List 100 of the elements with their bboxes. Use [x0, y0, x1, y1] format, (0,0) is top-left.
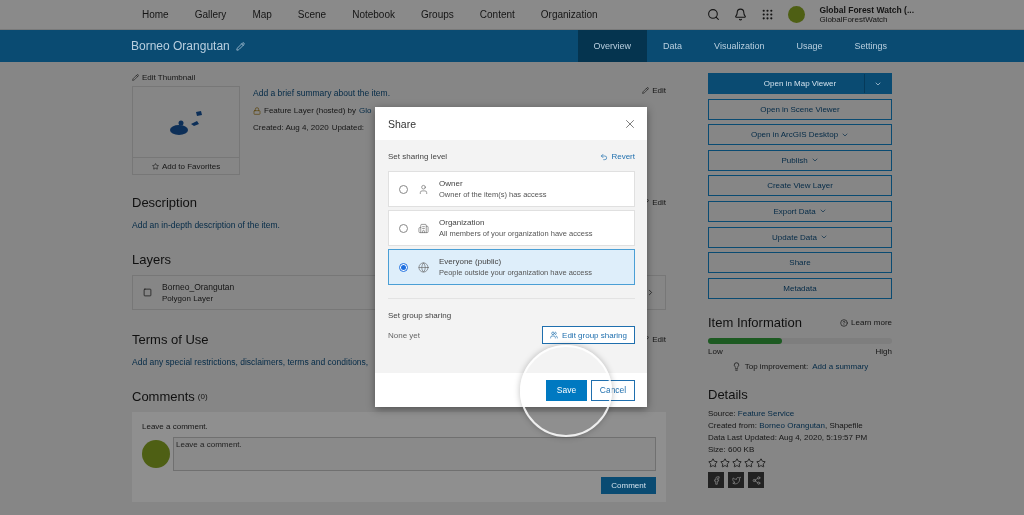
group-status: None yet — [388, 330, 421, 340]
edit-group-sharing-button[interactable]: Edit group sharing — [542, 326, 635, 344]
pencil-icon — [132, 74, 139, 81]
updated-date: Updated: — [331, 123, 365, 132]
layer-type: Polygon Layer — [162, 294, 215, 303]
bird-icon — [731, 475, 741, 485]
nav-link[interactable]: Groups — [421, 9, 454, 20]
item-tab[interactable]: Overview — [577, 30, 648, 62]
layer-name: Borneo_Orangutan — [162, 282, 235, 292]
share-button[interactable] — [748, 472, 764, 489]
nav-link[interactable]: Scene — [297, 9, 327, 20]
rating-stars[interactable] — [708, 458, 766, 469]
twitter-button[interactable] — [728, 472, 744, 489]
detail-line: Size: 600 KB — [708, 444, 756, 457]
section-heading: Terms of Use — [132, 332, 209, 347]
action-button[interactable]: Update Data — [708, 226, 892, 248]
sharing-level-heading: Set sharing level — [388, 152, 448, 161]
layer-icon — [143, 288, 152, 297]
add-summary-link[interactable]: Add a summary — [812, 362, 869, 372]
section-heading: Description — [132, 195, 198, 210]
help-icon — [840, 318, 849, 327]
nav-link[interactable]: Map — [252, 9, 272, 20]
star-icon[interactable] — [708, 458, 718, 469]
action-button[interactable]: Open in Map Viewer — [708, 73, 892, 94]
item-tab[interactable]: Visualization — [698, 30, 781, 62]
app-grid-icon[interactable] — [761, 8, 775, 21]
action-button[interactable]: Open in Scene Viewer — [708, 98, 892, 120]
undo-icon — [600, 152, 609, 161]
radio-button[interactable] — [399, 262, 408, 272]
radio-button[interactable] — [399, 184, 408, 194]
option-title: Everyone (public) — [439, 257, 503, 266]
owner-link[interactable]: Glo — [359, 106, 372, 115]
star-icon[interactable] — [744, 458, 754, 469]
lock-icon — [253, 106, 261, 115]
add-to-favorites-button[interactable]: Add to Favorites — [132, 158, 240, 175]
created-date: Created: Aug 4, 2020 — [253, 123, 329, 132]
nav-link[interactable]: Gallery — [194, 9, 227, 20]
save-button[interactable]: Save — [546, 379, 587, 401]
tip-label: Top improvement: — [744, 362, 809, 372]
high-label: High — [875, 347, 892, 357]
detail-link[interactable]: Borneo Orangutan — [759, 421, 825, 431]
building-icon — [418, 222, 429, 234]
detail-line: Data Last Updated: Aug 4, 2020, 5:19:57 PM — [708, 432, 869, 445]
action-button[interactable]: Share — [708, 252, 892, 274]
item-type-text: Feature Layer (hosted) by — [264, 106, 357, 115]
nav-link[interactable]: Home — [142, 9, 169, 20]
nav-link[interactable]: Content — [479, 9, 515, 20]
cancel-button[interactable]: Cancel — [591, 379, 635, 401]
detail-line: Source: Feature Service — [708, 408, 796, 421]
user-organization: GlobalForestWatch — [819, 14, 889, 25]
section-heading: Item Information — [708, 315, 802, 331]
globe-icon — [418, 261, 429, 273]
chevron-right-icon — [646, 288, 655, 297]
star-icon[interactable] — [732, 458, 742, 469]
item-tab[interactable]: Data — [647, 30, 699, 62]
radio-button[interactable] — [399, 223, 408, 233]
section-heading: Comments — [132, 389, 195, 404]
detail-line: Created from: Borneo Orangutan, Shapefile — [708, 420, 864, 433]
action-button[interactable]: Export Data — [708, 200, 892, 222]
pencil-icon[interactable] — [235, 41, 245, 51]
lightbulb-icon — [731, 362, 741, 372]
facebook-icon — [711, 475, 721, 485]
star-icon[interactable] — [756, 458, 766, 469]
edit-link[interactable]: Edit — [642, 86, 666, 95]
dialog-title: Share — [388, 117, 417, 130]
section-heading: Layers — [132, 252, 172, 267]
item-tab[interactable]: Settings — [838, 30, 903, 62]
star-icon — [151, 162, 159, 170]
item-title: Borneo Orangutan — [131, 39, 230, 53]
summary-link[interactable]: Add a brief summary about the item. — [253, 88, 630, 98]
group-sharing-heading: Set group sharing — [388, 311, 453, 320]
nav-link[interactable]: Organization — [540, 9, 598, 20]
notification-bell-icon[interactable] — [734, 8, 748, 21]
detail-link[interactable]: Feature Service — [737, 409, 795, 419]
user-name[interactable]: Global Forest Watch (... — [819, 4, 914, 15]
pencil-icon — [642, 87, 650, 94]
organization-avatar — [142, 440, 170, 468]
edit-thumbnail-link[interactable]: Edit Thumbnail — [132, 73, 666, 82]
share-icon — [751, 475, 761, 485]
action-button[interactable]: Open in ArcGIS Desktop — [708, 124, 892, 146]
star-icon[interactable] — [720, 458, 730, 469]
comment-field[interactable]: Leave a comment. — [173, 437, 656, 471]
nav-link[interactable]: Notebook — [352, 9, 395, 20]
learn-more-link[interactable]: Learn more — [840, 318, 892, 328]
people-icon — [550, 331, 559, 339]
comment-prompt: Leave a comment. — [142, 422, 209, 431]
comment-count: (0) — [197, 392, 208, 401]
person-icon — [418, 183, 429, 195]
action-button[interactable]: Create View Layer — [708, 175, 892, 197]
action-button[interactable]: Publish — [708, 149, 892, 171]
section-heading: Details — [708, 387, 749, 403]
option-title: Owner — [439, 179, 464, 188]
revert-link[interactable]: Revert — [600, 152, 635, 161]
item-tab[interactable]: Usage — [780, 30, 839, 62]
option-title: Organization — [439, 218, 486, 227]
low-label: Low — [708, 347, 723, 357]
action-button[interactable]: Metadata — [708, 277, 892, 299]
search-icon[interactable] — [707, 8, 721, 21]
facebook-button[interactable] — [708, 472, 724, 489]
comment-button[interactable]: Comment — [601, 477, 656, 494]
